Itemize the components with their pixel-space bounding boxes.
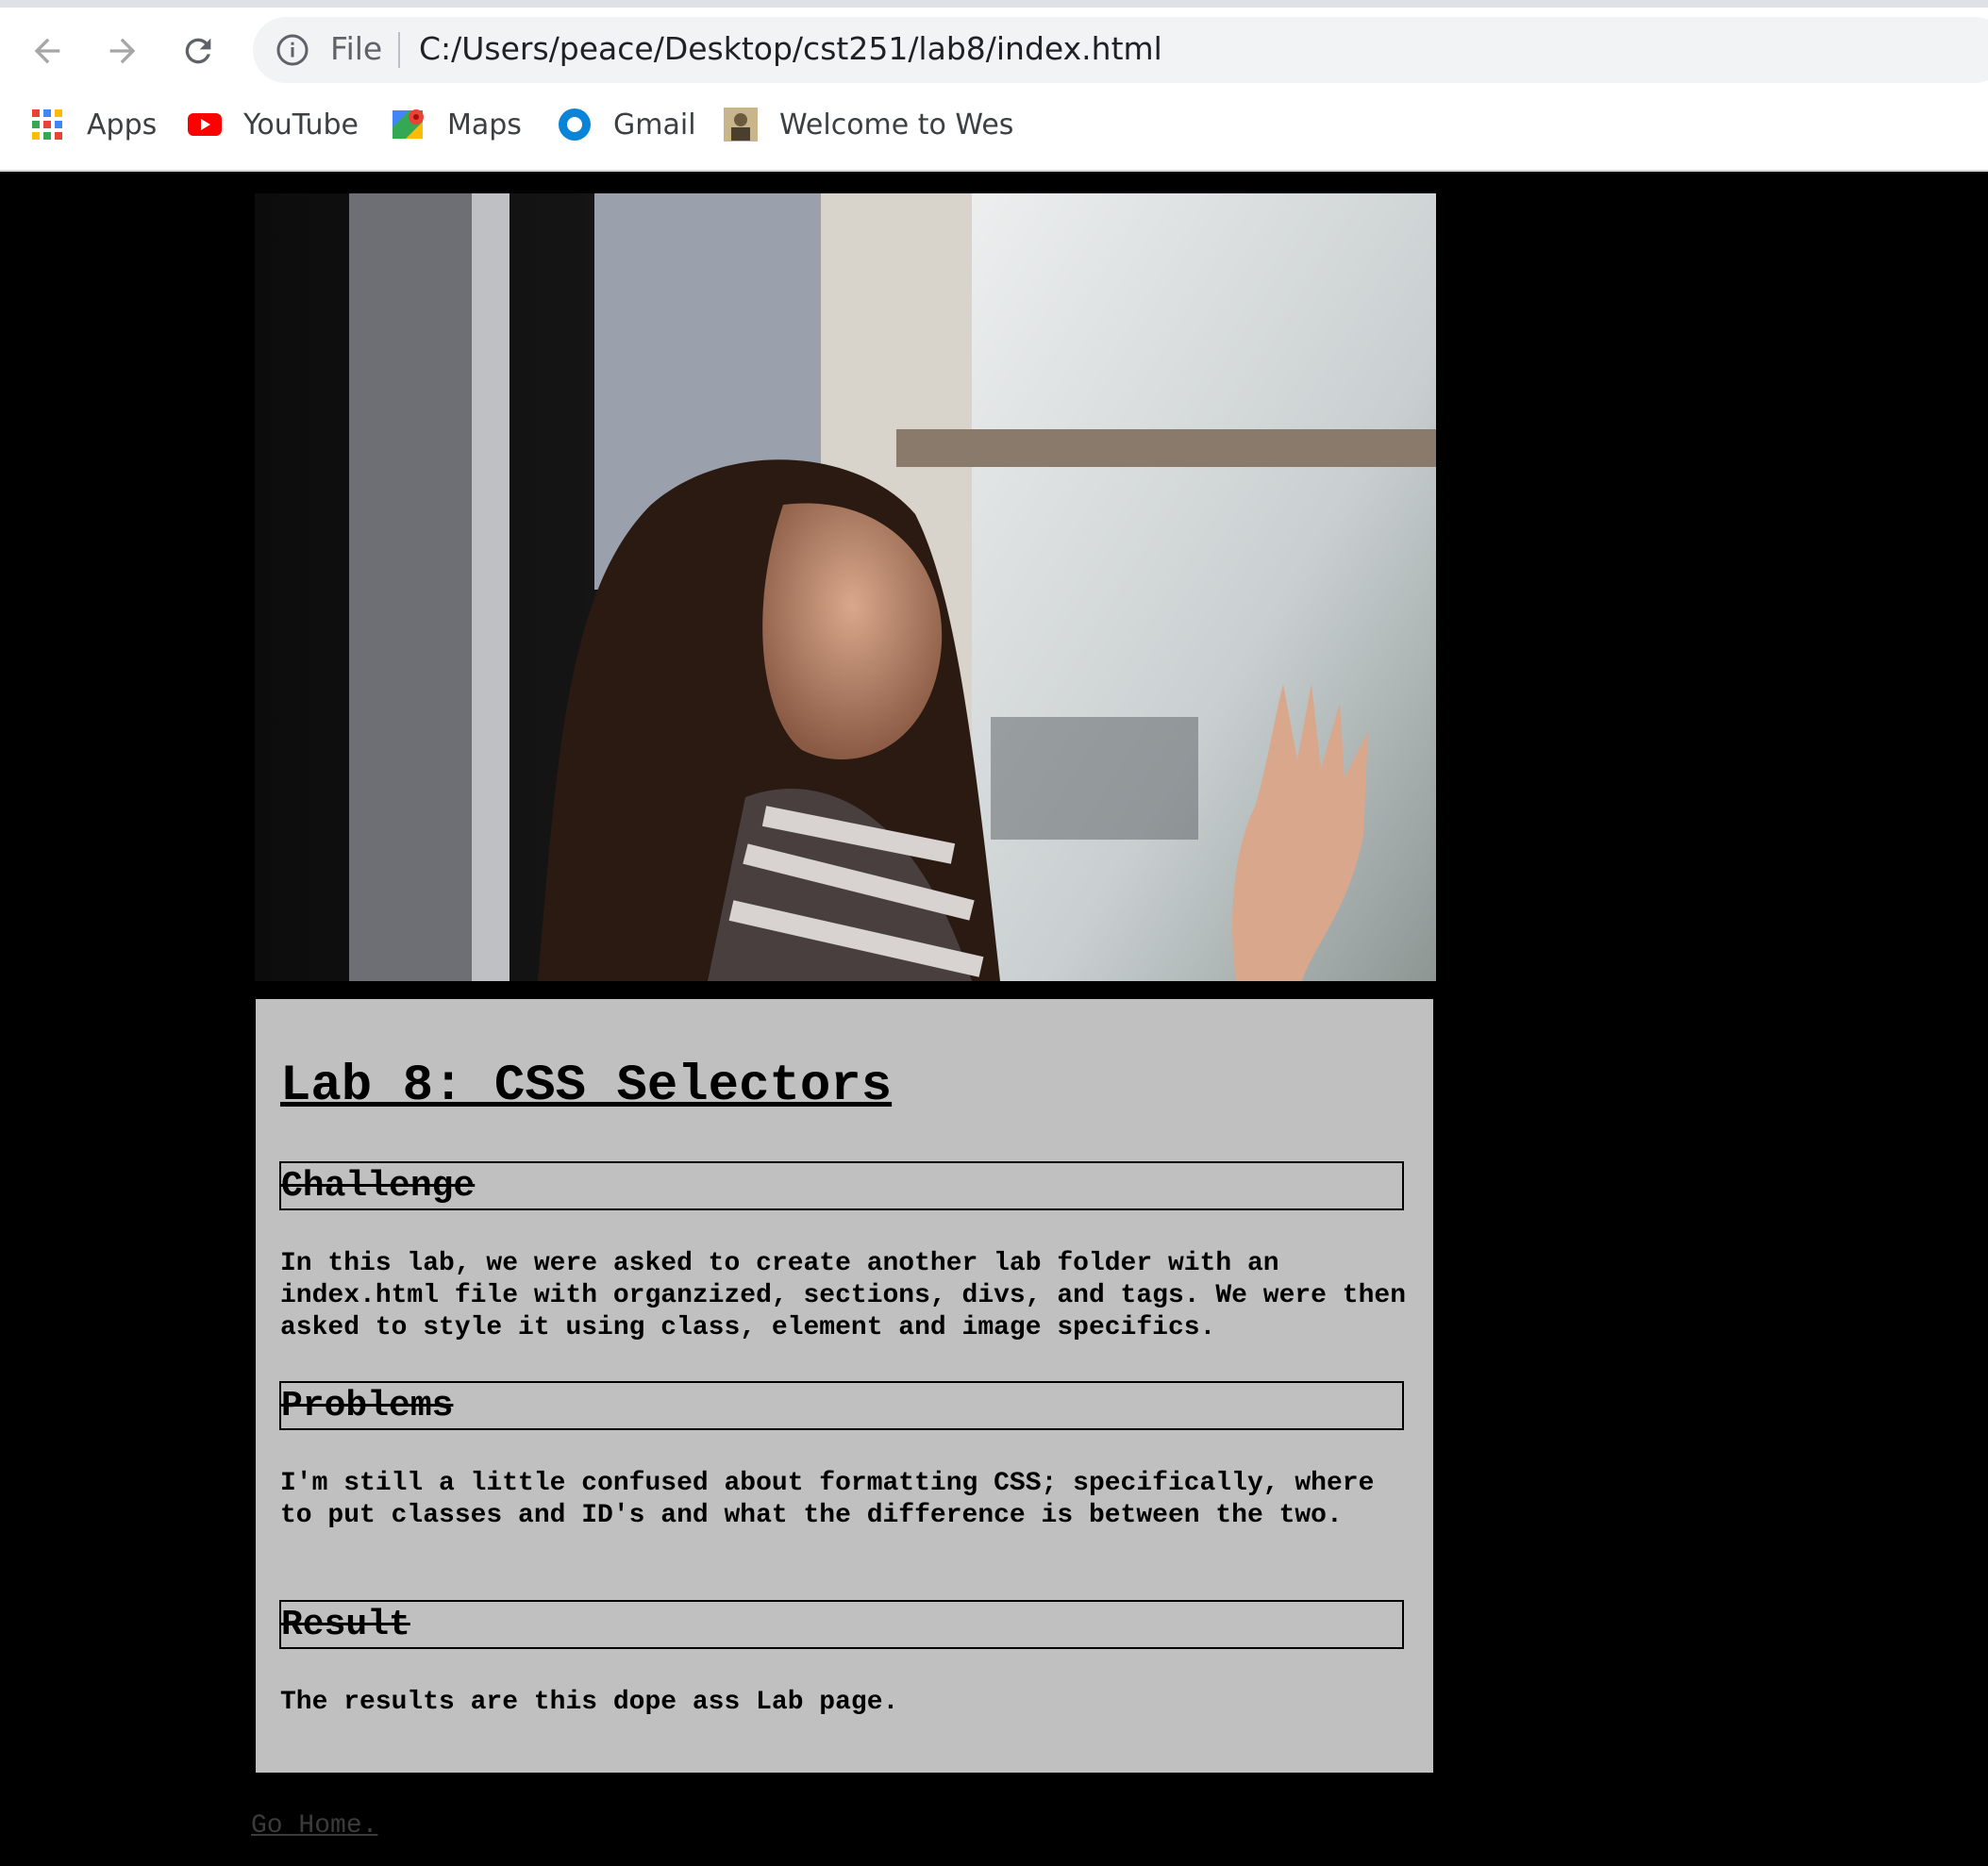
section-heading-result: Result (279, 1600, 1404, 1649)
bookmark-apps[interactable]: Apps (30, 102, 157, 147)
bookmark-youtube[interactable]: YouTube (187, 102, 359, 147)
maps-icon (391, 107, 426, 142)
browser-chrome: File C:/Users/peace/Desktop/cst251/lab8/… (0, 0, 1988, 172)
bookmark-label: YouTube (243, 108, 359, 142)
bookmark-maps[interactable]: Maps (391, 102, 522, 147)
content-card: Lab 8: CSS Selectors Challenge In this l… (256, 999, 1433, 1773)
section-body-challenge: In this lab, we were asked to create ano… (280, 1249, 1406, 1342)
forward-arrow-icon (109, 38, 136, 64)
go-home-link[interactable]: Go Home. (251, 1811, 377, 1841)
back-button[interactable] (21, 25, 74, 77)
url-text[interactable]: C:/Users/peace/Desktop/cst251/lab8/index… (419, 30, 1162, 67)
address-bar[interactable]: File C:/Users/peace/Desktop/cst251/lab8/… (253, 17, 1988, 83)
section-heading-text: Problems (281, 1386, 454, 1426)
bookmark-label: Apps (87, 108, 158, 142)
back-arrow-icon (34, 38, 60, 64)
reload-icon (185, 38, 211, 64)
site-favicon-icon (723, 107, 759, 142)
reload-button[interactable] (172, 25, 225, 77)
youtube-icon (187, 107, 223, 142)
section-body-problems: I'm still a little confused about format… (280, 1469, 1375, 1530)
section-body-result: The results are this dope ass Lab page. (280, 1688, 899, 1717)
omnibox-divider (398, 32, 400, 68)
forward-button[interactable] (96, 25, 149, 77)
bookmark-label: Welcome to Wes (779, 108, 1014, 142)
apps-grid-icon (30, 107, 66, 142)
section-heading-challenge: Challenge (279, 1161, 1404, 1210)
section-heading-text: Challenge (281, 1166, 476, 1207)
gmail-icon (557, 107, 593, 142)
bookmark-gmail[interactable]: Gmail (557, 102, 696, 147)
tab-strip (0, 0, 1988, 8)
bookmarks-bar: Apps YouTube Maps Gmail Welcome to Wes (0, 102, 1988, 147)
info-icon[interactable] (276, 33, 309, 67)
page-title: Lab 8: CSS Selectors (280, 1058, 893, 1115)
section-heading-text: Result (281, 1605, 410, 1645)
section-heading-problems: Problems (279, 1381, 1404, 1430)
hero-image (255, 193, 1436, 981)
scheme-label: File (330, 30, 383, 67)
bookmark-label: Maps (447, 108, 522, 142)
bookmark-welcome-to-wes[interactable]: Welcome to Wes (723, 102, 1013, 147)
bookmark-label: Gmail (613, 108, 696, 142)
